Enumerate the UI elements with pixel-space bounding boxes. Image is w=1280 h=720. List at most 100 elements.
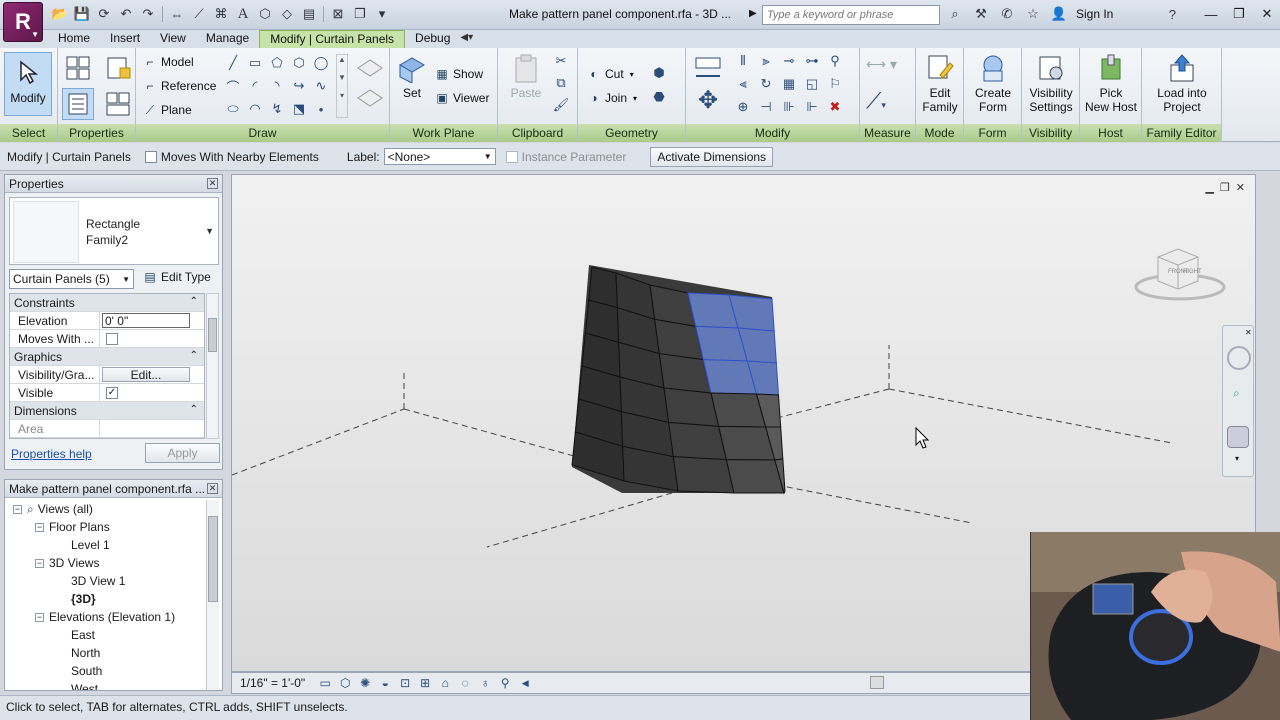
steering-wheel-icon[interactable] <box>1227 346 1251 370</box>
analytical-model-icon[interactable]: ⚲ <box>495 674 515 692</box>
aligned-dimension-icon[interactable]: ⟋ <box>189 4 209 24</box>
properties-filter-dropdown[interactable]: Curtain Panels (5) ▼ <box>9 269 134 289</box>
restore-icon[interactable]: ❐ <box>1220 181 1230 194</box>
curtain-panel[interactable] <box>663 387 720 427</box>
redo-icon[interactable]: ↷ <box>138 4 158 24</box>
split-face-icon[interactable]: ⬢ <box>650 64 668 82</box>
trim-single-icon[interactable]: ⊩ <box>803 98 821 116</box>
delete-icon[interactable]: ✖ <box>826 98 844 116</box>
pin-icon[interactable]: ⚲ <box>826 52 844 70</box>
chevron-down-icon[interactable]: ▾ <box>1235 454 1239 463</box>
label-dropdown[interactable]: <None> ▼ <box>383 148 496 165</box>
browser-tree-item[interactable]: − ⌕ Views (all) <box>5 500 205 518</box>
panel-title-select[interactable]: Select <box>0 124 57 142</box>
align-icon[interactable] <box>692 54 724 84</box>
tab-manage[interactable]: Manage <box>196 30 259 48</box>
temporary-hide-icon[interactable]: ◌ <box>455 674 475 692</box>
tab-debug[interactable]: Debug <box>405 30 460 48</box>
browser-tree-item[interactable]: − Floor Plans <box>5 518 205 536</box>
apply-button[interactable]: Apply <box>145 443 220 463</box>
cut-scissors-icon[interactable]: ✂ <box>552 52 570 70</box>
measure-between-icon[interactable]: ⟷ ▾ <box>866 56 908 76</box>
tab-view[interactable]: View <box>150 30 196 48</box>
rotate-icon[interactable]: ↻ <box>757 75 775 93</box>
ellipse-tool-icon[interactable]: ⬭ <box>224 100 242 118</box>
collapse-toggle-icon[interactable]: − <box>35 522 44 532</box>
show-work-plane-button[interactable]: ▦ Show <box>434 66 483 82</box>
activate-dimensions-button[interactable]: Activate Dimensions <box>650 146 774 167</box>
arc-tangent-icon[interactable]: ◝ <box>268 77 286 95</box>
type-properties-icon[interactable] <box>102 52 134 84</box>
inscribed-polygon-icon[interactable]: ⬡ <box>290 54 308 72</box>
browser-tree-item[interactable]: South <box>5 662 205 680</box>
partial-ellipse-icon[interactable]: ◠ <box>246 100 264 118</box>
set-work-plane-button[interactable]: Set <box>394 52 430 100</box>
scroll-left-icon[interactable]: ◀ <box>515 674 535 692</box>
minimize-icon[interactable]: — <box>1200 4 1222 24</box>
trim-icon[interactable]: ⊣ <box>757 98 775 116</box>
pick-lines-icon[interactable]: ↯ <box>268 100 286 118</box>
subscription-icon[interactable]: ⚒ <box>970 4 992 24</box>
properties-palette-icon[interactable] <box>62 88 94 120</box>
join-geometry-button[interactable]: ◑ Join ▾ <box>586 90 637 106</box>
application-menu-button[interactable]: R ▼ <box>3 2 43 42</box>
draw-on-face-icons[interactable] <box>354 54 386 118</box>
browser-tree-item[interactable]: 3D View 1 <box>5 572 205 590</box>
lock-3d-view-icon[interactable]: ⌂ <box>435 674 455 692</box>
pick-face-icon[interactable]: ⬔ <box>290 100 308 118</box>
collapse-toggle-icon[interactable]: − <box>35 612 44 622</box>
split-icon[interactable]: ⊸ <box>780 52 798 70</box>
group-constraints[interactable]: Constraints ⌃ <box>10 294 204 312</box>
instance-parameter-checkbox[interactable] <box>505 150 518 163</box>
draw-gallery-scroll[interactable]: ▲ ▼ ▾ <box>336 54 348 118</box>
curtain-panel[interactable] <box>672 456 735 494</box>
curtain-panel[interactable] <box>725 459 785 494</box>
unpin-icon[interactable]: ⚐ <box>826 75 844 93</box>
modify-button[interactable]: Modify <box>4 52 52 116</box>
line-tool-icon[interactable]: ╱ <box>224 54 242 72</box>
switch-windows-icon[interactable]: ❐ <box>350 4 370 24</box>
array-icon[interactable]: ▦ <box>780 75 798 93</box>
browser-tree-item[interactable]: − Elevations (Elevation 1) <box>5 608 205 626</box>
search-input[interactable]: Type a keyword or phrase <box>762 5 940 25</box>
reveal-hidden-icon[interactable]: ♁ <box>475 674 495 692</box>
binoculars-icon[interactable]: ⌕ <box>944 4 966 24</box>
copy-icon[interactable]: ⧉ <box>552 74 570 92</box>
circle-tool-icon[interactable]: ◯ <box>312 54 330 72</box>
browser-tree-item[interactable]: North <box>5 644 205 662</box>
reference-line-button[interactable]: ⌐ Reference <box>142 78 216 94</box>
reference-plane-button[interactable]: ⟋ Plane <box>142 102 192 118</box>
properties-scrollbar[interactable] <box>206 293 219 439</box>
curtain-panel[interactable] <box>668 421 727 461</box>
visibility-settings-button[interactable]: Visibility Settings <box>1024 52 1078 114</box>
properties-help-link[interactable]: Properties help <box>11 447 92 461</box>
collapse-toggle-icon[interactable]: − <box>35 558 44 568</box>
move-icon[interactable]: ✥ <box>692 86 724 118</box>
crop-view-icon[interactable]: ⊡ <box>395 674 415 692</box>
viewcube[interactable]: FRONT RIGHT <box>1134 248 1226 301</box>
sync-icon[interactable]: ⟳ <box>94 4 114 24</box>
user-icon[interactable]: 👤 <box>1048 4 1070 24</box>
cut-geometry-button[interactable]: ◐ Cut ▾ <box>586 66 633 82</box>
ribbon-minimize-icon[interactable]: ◀▾ <box>460 30 486 48</box>
browser-tree-item[interactable]: Level 1 <box>5 536 205 554</box>
browser-scrollbar[interactable] <box>206 500 219 690</box>
visibility-edit-button[interactable]: Edit... <box>102 367 190 382</box>
browser-tree-item[interactable]: −3D Views <box>5 554 205 572</box>
expand-title-icon[interactable]: ▶ <box>749 8 757 19</box>
view-scale[interactable]: 1/16" = 1'-0" <box>240 676 305 690</box>
tab-home[interactable]: Home <box>48 30 100 48</box>
offset-icon[interactable]: ⫴ <box>734 52 752 70</box>
minimize-icon[interactable]: ▁ <box>1205 181 1213 194</box>
group-dimensions[interactable]: Dimensions ⌃ <box>10 402 204 420</box>
sun-path-icon[interactable]: ✺ <box>355 674 375 692</box>
moves-with-grid-checkbox[interactable] <box>106 332 118 345</box>
paste-button[interactable]: Paste <box>506 52 546 100</box>
open-icon[interactable]: 📂 <box>50 4 70 24</box>
section-icon[interactable]: ◇ <box>277 4 297 24</box>
group-graphics[interactable]: Graphics ⌃ <box>10 348 204 366</box>
type-selector[interactable]: Rectangle Family2 ▼ <box>9 197 219 265</box>
arc-tool-icon[interactable]: ⌒ <box>224 77 242 95</box>
restore-icon[interactable]: ❐ <box>1228 4 1250 24</box>
pick-new-host-button[interactable]: Pick New Host <box>1082 52 1140 114</box>
